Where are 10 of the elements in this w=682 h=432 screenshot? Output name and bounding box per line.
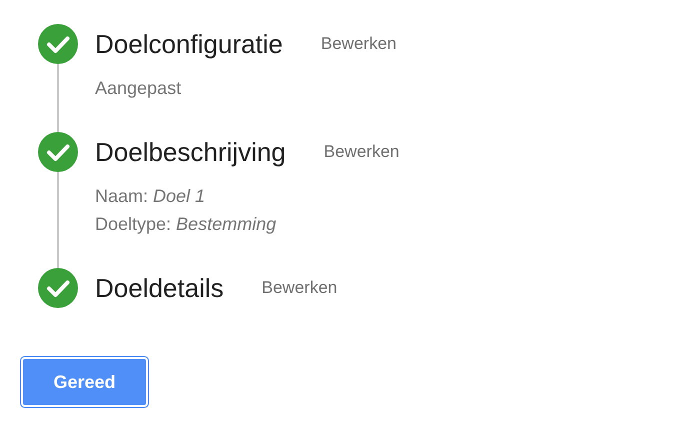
- edit-link[interactable]: Bewerken: [324, 139, 400, 165]
- step-detail: Naam: Doel 1: [95, 185, 206, 208]
- step-detail: Doeltype: Bestemming: [95, 213, 278, 236]
- edit-link[interactable]: Bewerken: [262, 275, 338, 301]
- step-title: Doelbeschrijving: [95, 136, 286, 168]
- step-title: Doeldetails: [95, 272, 224, 304]
- edit-link[interactable]: Bewerken: [320, 31, 396, 57]
- step-detail: Aangepast: [95, 77, 182, 100]
- step-title: Doelconfiguratie: [95, 28, 283, 60]
- done-button[interactable]: Gereed: [23, 359, 146, 405]
